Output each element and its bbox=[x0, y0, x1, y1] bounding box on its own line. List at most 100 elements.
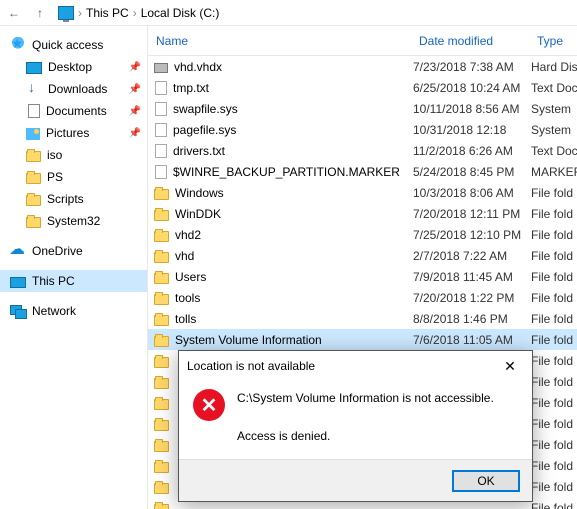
file-row[interactable]: vhd2 7/25/2018 12:10 PMFile fold bbox=[148, 224, 577, 245]
breadcrumb-this-pc[interactable]: This PC bbox=[86, 6, 129, 20]
file-name: Windows bbox=[175, 186, 224, 200]
col-header-date[interactable]: Date modified bbox=[413, 34, 531, 48]
file-name: pagefile.sys bbox=[173, 123, 236, 137]
nav-system32[interactable]: System32 bbox=[0, 210, 147, 232]
file-type: File fold bbox=[531, 501, 577, 509]
pc-icon bbox=[58, 6, 74, 20]
document-icon bbox=[28, 104, 40, 118]
network-icon bbox=[10, 303, 26, 319]
nav-downloads[interactable]: Downloads📌 bbox=[0, 78, 147, 100]
file-row[interactable]: pagefile.sys 10/31/2018 12:18System bbox=[148, 119, 577, 140]
file-row[interactable]: swapfile.sys10/11/2018 8:56 AMSystem bbox=[148, 98, 577, 119]
nav-desktop[interactable]: Desktop📌 bbox=[0, 56, 147, 78]
file-row[interactable]: System Volume Information 7/6/2018 11:05 … bbox=[148, 329, 577, 350]
error-icon: ✕ bbox=[193, 389, 225, 421]
file-icon bbox=[155, 123, 167, 137]
file-date: 2/7/2018 7:22 AM bbox=[413, 249, 531, 263]
folder-icon bbox=[154, 483, 169, 494]
file-row[interactable]: $WINRE_BACKUP_PARTITION.MARKER5/24/2018 … bbox=[148, 161, 577, 182]
file-icon bbox=[155, 165, 167, 179]
close-button[interactable]: ✕ bbox=[496, 355, 524, 377]
pc-icon bbox=[10, 277, 26, 288]
file-date: 11/2/2018 6:26 AM bbox=[413, 144, 531, 158]
file-row[interactable]: WinDDK7/20/2018 12:11 PMFile fold bbox=[148, 203, 577, 224]
file-name: vhd.vhdx bbox=[174, 60, 222, 74]
file-name: System Volume Information bbox=[175, 333, 322, 347]
file-type: File fold bbox=[531, 270, 577, 284]
file-type: Hard Dis bbox=[531, 60, 577, 74]
file-date: 6/25/2018 10:24 AM bbox=[413, 81, 531, 95]
column-headers: Name Date modified Type bbox=[148, 26, 577, 56]
nav-quick-access[interactable]: Quick access bbox=[0, 34, 147, 56]
file-row[interactable]: vhd2/7/2018 7:22 AMFile fold bbox=[148, 245, 577, 266]
file-type: File fold bbox=[531, 354, 577, 368]
file-name: vhd bbox=[175, 249, 194, 263]
file-date: 10/31/2018 12:18 bbox=[413, 123, 531, 137]
breadcrumb-local-disk[interactable]: Local Disk (C:) bbox=[141, 6, 220, 20]
folder-icon bbox=[154, 315, 169, 326]
folder-icon bbox=[154, 252, 169, 263]
ok-button[interactable]: OK bbox=[452, 470, 520, 492]
file-date: 7/20/2018 12:11 PM bbox=[413, 207, 531, 221]
file-type: Text Doc bbox=[531, 81, 577, 95]
error-dialog: Location is not available ✕ ✕ C:\System … bbox=[178, 350, 533, 502]
desktop-icon bbox=[26, 62, 42, 74]
chevron-right-icon: › bbox=[133, 6, 137, 20]
file-name: vhd2 bbox=[175, 228, 201, 242]
file-icon bbox=[155, 102, 167, 116]
file-row[interactable]: tmp.txt 6/25/2018 10:24 AMText Doc bbox=[148, 77, 577, 98]
file-name: tolls bbox=[175, 312, 196, 326]
file-name: Users bbox=[175, 270, 206, 284]
nav-up-icon[interactable]: ↑ bbox=[30, 3, 50, 23]
folder-icon bbox=[154, 420, 169, 431]
file-date: 7/20/2018 1:22 PM bbox=[413, 291, 531, 305]
pictures-icon bbox=[26, 128, 40, 140]
nav-ps[interactable]: PS bbox=[0, 166, 147, 188]
file-date: 10/3/2018 8:06 AM bbox=[413, 186, 531, 200]
file-row[interactable]: tolls8/8/2018 1:46 PMFile fold bbox=[148, 308, 577, 329]
col-header-type[interactable]: Type bbox=[531, 34, 577, 48]
file-row[interactable]: drivers.txt11/2/2018 6:26 AMText Doc bbox=[148, 140, 577, 161]
download-icon bbox=[26, 81, 42, 97]
dialog-title: Location is not available bbox=[187, 359, 315, 373]
file-row[interactable]: vhd.vhdx 7/23/2018 7:38 AMHard Dis bbox=[148, 56, 577, 77]
folder-icon bbox=[154, 504, 169, 509]
nav-pictures[interactable]: Pictures📌 bbox=[0, 122, 147, 144]
file-date: 7/6/2018 11:05 AM bbox=[413, 333, 531, 347]
nav-network[interactable]: Network bbox=[0, 300, 147, 322]
folder-icon bbox=[154, 441, 169, 452]
file-name: tools bbox=[175, 291, 200, 305]
nav-documents[interactable]: Documents📌 bbox=[0, 100, 147, 122]
file-date: 7/23/2018 7:38 AM bbox=[413, 60, 531, 74]
file-type: File fold bbox=[531, 375, 577, 389]
col-header-name[interactable]: Name bbox=[148, 34, 413, 48]
file-row[interactable]: Users7/9/2018 11:45 AMFile fold bbox=[148, 266, 577, 287]
nav-iso[interactable]: iso bbox=[0, 144, 147, 166]
file-type: File fold bbox=[531, 396, 577, 410]
breadcrumb[interactable]: › This PC › Local Disk (C:) bbox=[56, 6, 221, 20]
file-row[interactable]: tools7/20/2018 1:22 PMFile fold bbox=[148, 287, 577, 308]
folder-icon bbox=[26, 195, 41, 206]
folder-icon bbox=[154, 399, 169, 410]
nav-this-pc[interactable]: This PC bbox=[0, 270, 147, 292]
address-toolbar: ← ↑ › This PC › Local Disk (C:) bbox=[0, 0, 577, 26]
pin-icon: 📌 bbox=[129, 106, 141, 117]
file-date: 7/25/2018 12:10 PM bbox=[413, 228, 531, 242]
dialog-message: C:\System Volume Information is not acce… bbox=[237, 389, 494, 451]
folder-icon bbox=[154, 231, 169, 242]
pin-icon: 📌 bbox=[129, 62, 141, 73]
nav-back-icon[interactable]: ← bbox=[4, 3, 24, 23]
nav-scripts[interactable]: Scripts bbox=[0, 188, 147, 210]
file-name: WinDDK bbox=[175, 207, 221, 221]
file-type: File fold bbox=[531, 417, 577, 431]
file-date: 10/11/2018 8:56 AM bbox=[413, 102, 531, 116]
file-name: swapfile.sys bbox=[173, 102, 238, 116]
folder-icon bbox=[26, 173, 41, 184]
file-type: File fold bbox=[531, 333, 577, 347]
folder-icon bbox=[154, 210, 169, 221]
file-row[interactable]: Windows10/3/2018 8:06 AMFile fold bbox=[148, 182, 577, 203]
nav-onedrive[interactable]: OneDrive bbox=[0, 240, 147, 262]
file-type: System bbox=[531, 123, 577, 137]
file-type: File fold bbox=[531, 228, 577, 242]
file-name: tmp.txt bbox=[173, 81, 209, 95]
